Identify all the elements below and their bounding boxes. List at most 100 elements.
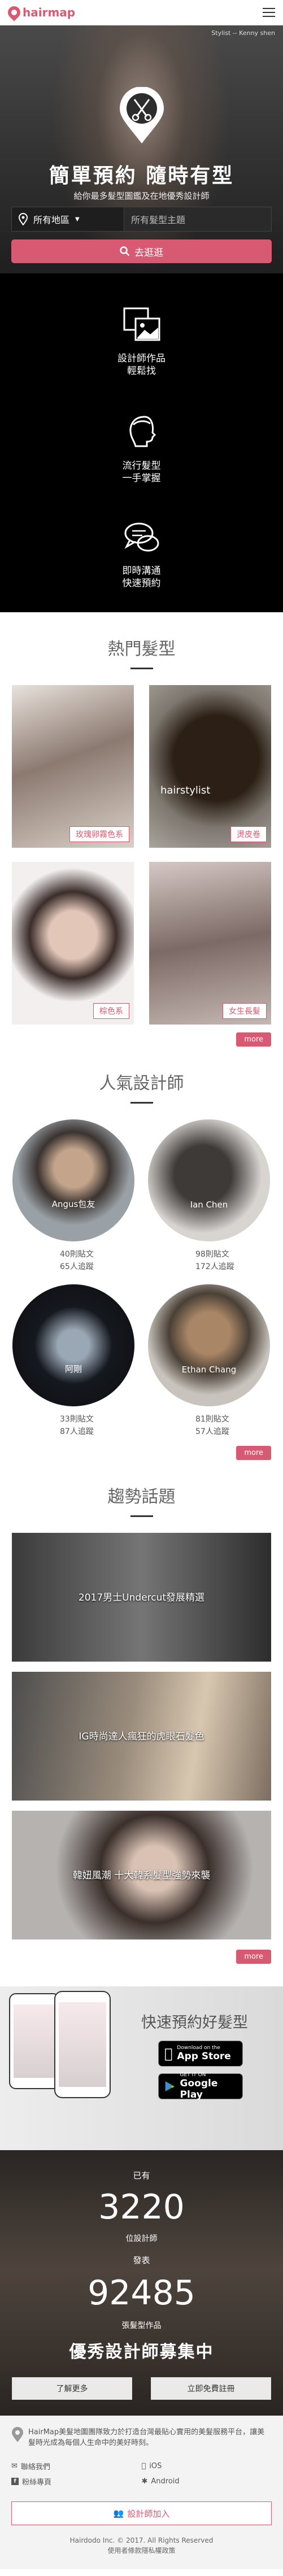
designer-posts: 40則貼文 [60, 1250, 94, 1259]
designer-avatar: Angus包友 [12, 1119, 134, 1241]
feature-line-1: 即時溝通 [122, 565, 161, 577]
features-section: 設計師作品 輕鬆找 流行髮型 一手掌握 即時溝通 快速預約 [0, 273, 283, 612]
style-card[interactable]: 棕色系 [12, 862, 134, 1025]
app-store-small-text: Download on the [169, 2045, 220, 2051]
style-card[interactable]: 女生長髮 [149, 862, 271, 1025]
chevron-down-icon: ▼ [75, 216, 80, 223]
app-store-big-text: App Store [169, 2051, 230, 2062]
google-play-small-text: GET IT ON [180, 2072, 206, 2078]
search-row: 所有地區 ▼ 所有髮型主題 [11, 207, 272, 232]
footer: HairMap美髮地圖團隊致力於打造台灣最貼心實用的美髮服務平台，讓美髮時光成為… [0, 2416, 283, 2569]
team-icon: 👥 [113, 2508, 124, 2518]
designer-name: 阿剛 [64, 1364, 82, 1374]
designer-followers: 65人追蹤 [60, 1262, 94, 1271]
hero-title: 簡單預約 隨時有型 [49, 164, 234, 188]
topic-title: 韓妞風潮 十大韓系髮型強勢來襲 [72, 1870, 211, 1881]
designers-count: 3220 [98, 2187, 185, 2227]
region-select-value: 所有地區 [33, 215, 70, 225]
mail-icon: ✉ [11, 2462, 18, 2470]
recruit-heading: 優秀設計師募集中 [69, 2342, 214, 2362]
gallery-icon [123, 307, 160, 341]
designer-posts: 81則貼文 [195, 1415, 229, 1424]
designer-name: Ethan Chang [181, 1365, 237, 1375]
search-button[interactable]: 去逛逛 [11, 239, 272, 263]
app-store-button[interactable]:  Download on theApp Store [158, 2041, 243, 2067]
google-play-big-text: Google Play [180, 2078, 218, 2100]
designer-join-label: 設計師加入 [127, 2508, 170, 2519]
android-icon: ✱ [141, 2477, 148, 2486]
scissors-pin-icon [119, 87, 164, 143]
search-icon [120, 246, 130, 256]
stats-section: 已有 3220 位設計師 發表 92485 張髮型作品 優秀設計師募集中 了解更… [0, 2150, 283, 2416]
stats-published-label: 發表 [133, 2255, 150, 2265]
map-pin-icon [12, 2427, 23, 2442]
apple-icon:  [164, 2046, 172, 2061]
region-select[interactable]: 所有地區 ▼ [11, 207, 124, 232]
style-label: 女生長髮 [223, 1003, 267, 1019]
designers-count-label: 位設計師 [125, 2234, 158, 2243]
hero-subtitle: 給你最多髮型圖鑑及在地優秀設計師 [73, 191, 210, 201]
photo-credit: Stylist -- Kenny shen [211, 29, 275, 37]
logo-text: hairmap [23, 6, 76, 19]
hot-styles-more-button[interactable]: more [236, 1032, 271, 1047]
designers-title: 人氣設計師 [99, 1074, 184, 1093]
designer-avatar: 阿剛 [12, 1284, 134, 1406]
feature-line-2: 快速預約 [122, 578, 161, 589]
feature-line-2: 輕鬆找 [127, 365, 156, 377]
title-underline [130, 1515, 153, 1517]
designer-posts: 33則貼文 [60, 1415, 94, 1424]
app-title: 快速預約好髮型 [141, 2014, 248, 2032]
learn-more-button[interactable]: 了解更多 [12, 2377, 132, 2400]
style-card[interactable]: hairstylist 燙皮卷 [149, 685, 271, 848]
title-underline [130, 668, 153, 669]
google-play-icon [165, 2081, 175, 2091]
topic-card[interactable]: 2017男士Undercut發展精選 [12, 1533, 271, 1662]
keyword-input[interactable]: 所有髮型主題 [124, 207, 272, 232]
register-button[interactable]: 立即免費註冊 [151, 2377, 271, 2400]
google-play-button[interactable]: GET IT ON Google Play [158, 2072, 243, 2100]
footer-about: HairMap美髮地圖團隊致力於打造台灣最貼心實用的美髮服務平台，讓美髮時光成為… [28, 2428, 265, 2447]
feature-item: 設計師作品 輕鬆找 [0, 305, 283, 377]
footer-link-facebook[interactable]: f 粉絲專頁 [11, 2476, 142, 2487]
style-card[interactable]: 玫瑰卵霧色系 [12, 685, 134, 848]
terms-link[interactable]: 使用者條款隱私權政策 [11, 2546, 272, 2556]
footer-link-android[interactable]: ✱ Android [142, 2476, 272, 2487]
hairmap-logo[interactable]: hairmap [5, 3, 76, 21]
designer-card[interactable]: 阿剛 33則貼文 87人追蹤 [6, 1284, 141, 1438]
topics-more-button[interactable]: more [236, 1950, 271, 1964]
style-label: 燙皮卷 [230, 826, 267, 842]
footer-link-contact[interactable]: ✉ 聯絡我們 [11, 2461, 142, 2472]
apple-icon:  [142, 2462, 146, 2470]
copyright: Hairdodo Inc. © 2017. All Rights Reserve… [69, 2536, 214, 2544]
designer-name: Ian Chen [190, 1200, 228, 1210]
feature-line-1: 設計師作品 [117, 353, 166, 364]
designers-grid: Angus包友 40則貼文 65人追蹤 Ian Chen 98則貼文 172人追蹤 … [0, 1119, 283, 1438]
chat-bubbles-icon [124, 522, 159, 552]
works-count: 92485 [88, 2273, 195, 2313]
style-label: 玫瑰卵霧色系 [69, 826, 129, 842]
title-underline [130, 1102, 153, 1104]
style-label: 棕色系 [93, 1003, 129, 1019]
feature-item: 流行髮型 一手掌握 [0, 412, 283, 485]
designer-avatar: Ian Chen [148, 1119, 270, 1241]
app-download-section: 快速預約好髮型  Download on theApp Store GET I… [0, 1986, 283, 2150]
style-overlay-text: hairstylist [160, 784, 211, 796]
designer-join-button[interactable]: 👥 設計師加入 [11, 2501, 272, 2525]
designer-card[interactable]: Angus包友 40則貼文 65人追蹤 [6, 1119, 141, 1273]
designers-more-button[interactable]: more [236, 1446, 271, 1460]
footer-link-ios[interactable]: iOS [142, 2461, 272, 2472]
top-navbar: hairmap [0, 0, 283, 25]
phone-mockup [9, 1993, 60, 2089]
map-pin-icon [5, 3, 23, 21]
designer-followers: 57人追蹤 [195, 1427, 229, 1436]
designer-card[interactable]: Ethan Chang 81則貼文 57人追蹤 [141, 1284, 277, 1438]
designer-followers: 172人追蹤 [195, 1262, 234, 1271]
location-icon [19, 213, 28, 225]
topic-card[interactable]: IG時尚達人瘋狂的虎眼石髮色 [12, 1672, 271, 1801]
works-count-label: 張髮型作品 [121, 2321, 162, 2330]
footer-links: ✉聯絡我們 iOS f粉絲專頁 ✱Android [11, 2461, 272, 2487]
designer-card[interactable]: Ian Chen 98則貼文 172人追蹤 [141, 1119, 277, 1273]
hot-styles-grid: 玫瑰卵霧色系 hairstylist 燙皮卷 棕色系 女生長髮 [0, 685, 283, 1025]
hamburger-menu-icon[interactable] [263, 8, 275, 17]
topic-card[interactable]: 韓妞風潮 十大韓系髮型強勢來襲 [12, 1811, 271, 1939]
